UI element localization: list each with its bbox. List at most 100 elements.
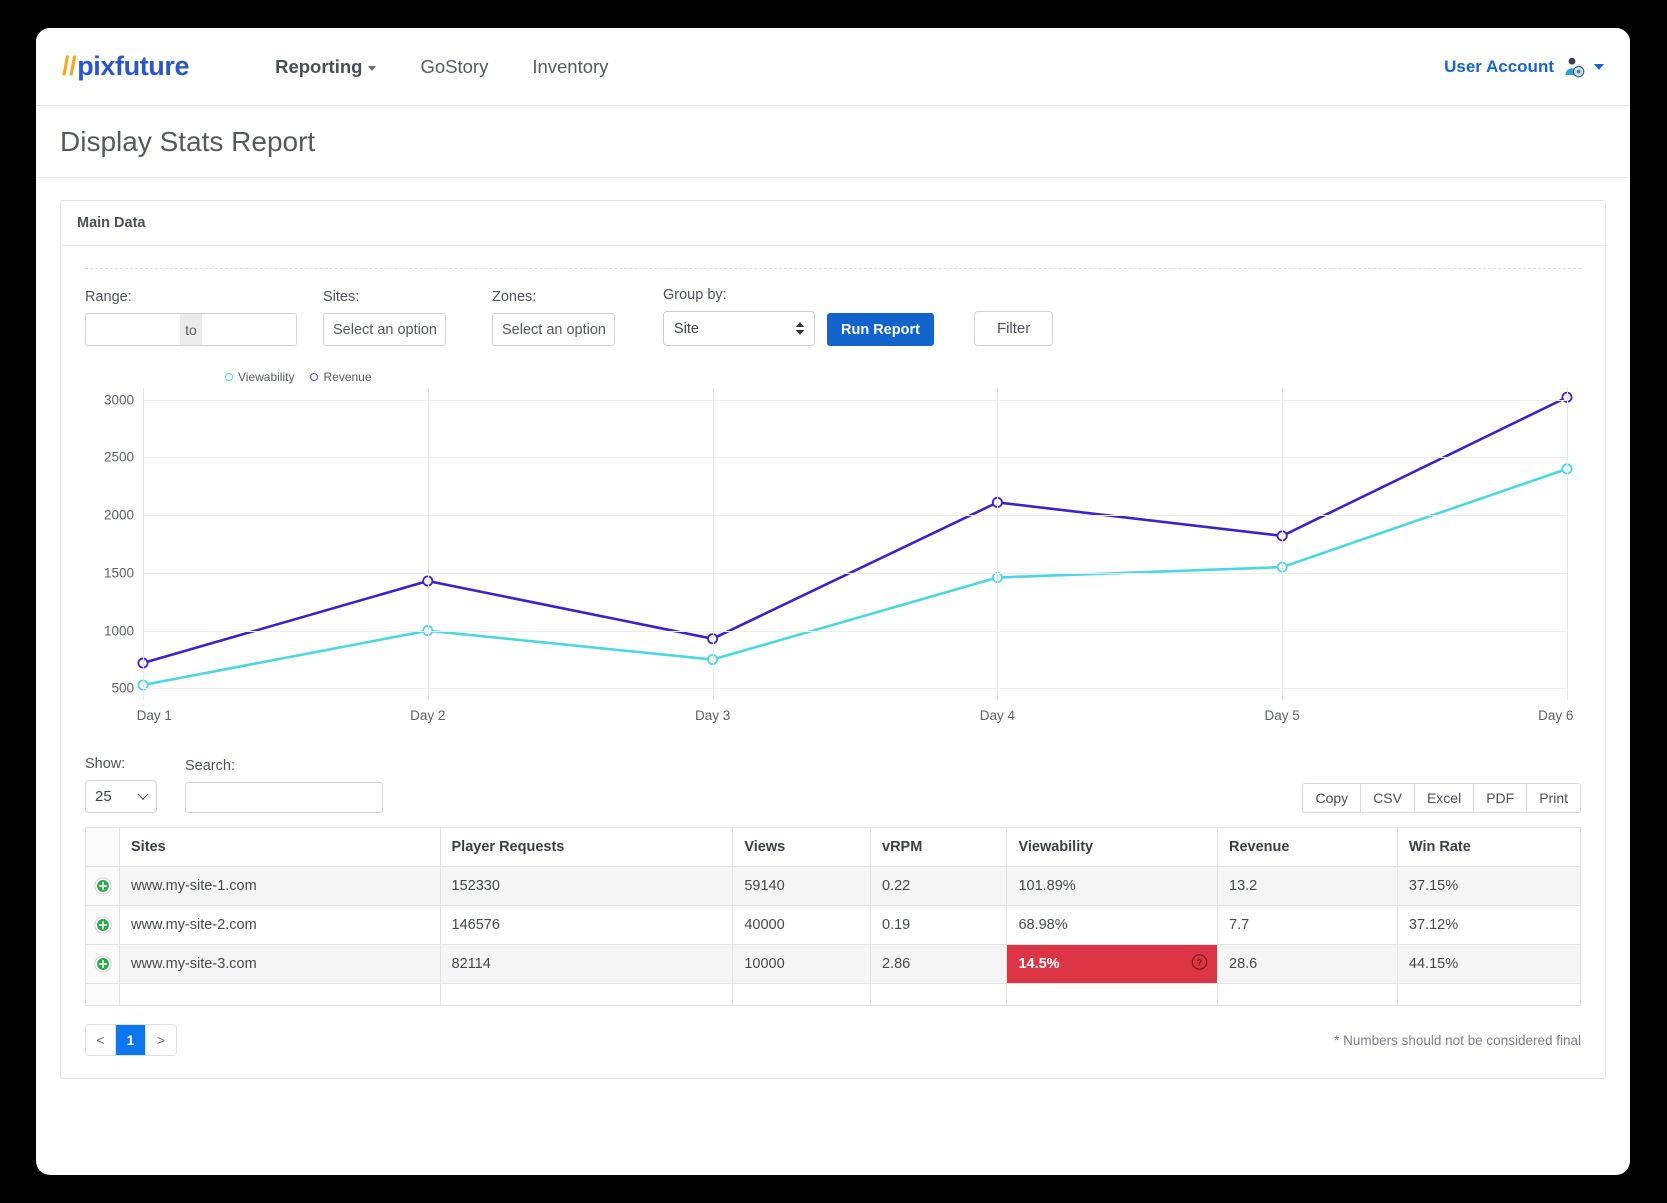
brand-slashes: // <box>62 51 76 81</box>
cell-viewability-value: 14.5% <box>1018 956 1059 972</box>
show-entries-value: 25 <box>95 788 112 805</box>
chart-xtick-5: Day 5 <box>1265 708 1300 723</box>
cell-win-rate: 37.12% <box>1397 906 1580 945</box>
chart-ytick-3000: 3000 <box>104 392 143 407</box>
filter-button[interactable]: Filter <box>974 311 1053 346</box>
table-head: Sites Player Requests Views vRPM Viewabi… <box>86 828 1581 867</box>
pagination-next[interactable]: > <box>146 1025 176 1055</box>
caret-down-icon <box>1594 64 1604 70</box>
chart-gridline <box>143 400 1567 401</box>
spacer-cell <box>733 984 871 1006</box>
chart-vertical-line <box>143 388 144 700</box>
export-csv-button[interactable]: CSV <box>1360 783 1415 813</box>
chart-vertical-line <box>713 388 714 700</box>
groupby-label: Group by: <box>663 287 815 303</box>
chart-line-revenue <box>143 397 1567 663</box>
stats-table: Sites Player Requests Views vRPM Viewabi… <box>85 827 1581 1006</box>
legend-item-revenue[interactable]: Revenue <box>310 370 371 384</box>
col-player-requests[interactable]: Player Requests <box>440 828 733 867</box>
page-header: Display Stats Report <box>36 106 1630 178</box>
table-row: www.my-site-3.com 82114 10000 2.86 14.5%… <box>86 945 1581 984</box>
zones-select[interactable]: Select an option <box>492 313 615 346</box>
panel-body: Range: to Sites: Select an option Zones: <box>61 268 1605 1078</box>
table-header-row: Sites Player Requests Views vRPM Viewabi… <box>86 828 1581 867</box>
filter-bar: Range: to Sites: Select an option Zones: <box>77 269 1589 352</box>
export-excel-button[interactable]: Excel <box>1414 783 1474 813</box>
brand-logo[interactable]: //pixfuture <box>62 51 189 82</box>
sites-select[interactable]: Select an option <box>323 313 446 346</box>
table-spacer-row <box>86 984 1581 1006</box>
plus-circle-icon <box>94 877 112 895</box>
col-sites[interactable]: Sites <box>120 828 441 867</box>
search-input[interactable] <box>185 782 383 813</box>
table-row: www.my-site-1.com 152330 59140 0.22 101.… <box>86 867 1581 906</box>
export-pdf-button[interactable]: PDF <box>1473 783 1527 813</box>
cell-viewability: 68.98% <box>1007 906 1218 945</box>
plus-circle-icon <box>94 916 112 934</box>
cell-player-requests: 152330 <box>440 867 733 906</box>
cell-vrpm: 0.19 <box>871 906 1007 945</box>
export-button-group: Copy CSV Excel PDF Print <box>1302 783 1581 813</box>
chart-vertical-line <box>1567 388 1568 700</box>
col-revenue[interactable]: Revenue <box>1218 828 1398 867</box>
question-circle-icon[interactable]: ? <box>1191 954 1208 975</box>
range-input[interactable]: to <box>85 313 297 346</box>
legend-marker-viewability <box>225 373 233 381</box>
cell-site: www.my-site-1.com <box>120 867 441 906</box>
range-label: Range: <box>85 289 297 305</box>
legend-item-viewability[interactable]: Viewability <box>225 370 294 384</box>
col-vrpm[interactable]: vRPM <box>871 828 1007 867</box>
chart-xtick-6: Day 6 <box>1538 708 1573 723</box>
run-report-button[interactable]: Run Report <box>827 313 934 346</box>
spacer-cell <box>1218 984 1398 1006</box>
spacer-cell <box>86 984 120 1006</box>
pagination-page-1[interactable]: 1 <box>116 1025 146 1055</box>
chart-ytick-1000: 1000 <box>104 623 143 638</box>
show-entries-control: Show: 25 <box>85 756 157 813</box>
nav-item-inventory[interactable]: Inventory <box>532 56 608 78</box>
sites-label: Sites: <box>323 289 446 305</box>
chevron-down-icon <box>137 788 148 799</box>
pagination-prev[interactable]: < <box>86 1025 116 1055</box>
nav-item-reporting[interactable]: Reporting <box>275 56 376 78</box>
expand-column-header <box>86 828 120 867</box>
chart-gridline <box>143 688 1567 689</box>
table-row: www.my-site-2.com 146576 40000 0.19 68.9… <box>86 906 1581 945</box>
svg-text:?: ? <box>1197 958 1203 968</box>
export-copy-button[interactable]: Copy <box>1302 783 1361 813</box>
chart-ytick-1500: 1500 <box>104 565 143 580</box>
page-title: Display Stats Report <box>60 126 315 158</box>
panel-title: Main Data <box>61 201 1605 246</box>
spacer-cell <box>1007 984 1218 1006</box>
cell-views: 10000 <box>733 945 871 984</box>
export-print-button[interactable]: Print <box>1526 783 1581 813</box>
groupby-select[interactable]: Site <box>663 311 815 346</box>
chart-gridline <box>143 457 1567 458</box>
nav-item-gostory[interactable]: GoStory <box>420 56 488 78</box>
cell-viewability-alert: 14.5% ? <box>1007 945 1218 984</box>
user-account-label: User Account <box>1444 57 1554 77</box>
chart-gridline <box>143 573 1567 574</box>
range-from-input[interactable] <box>86 314 180 345</box>
chart-vertical-line <box>428 388 429 700</box>
cell-vrpm: 0.22 <box>871 867 1007 906</box>
cell-revenue: 28.6 <box>1218 945 1398 984</box>
spacer-cell <box>1397 984 1580 1006</box>
legend-label-revenue: Revenue <box>323 370 371 384</box>
chart-xtick-4: Day 4 <box>980 708 1015 723</box>
col-views[interactable]: Views <box>733 828 871 867</box>
show-entries-select[interactable]: 25 <box>85 780 157 813</box>
expand-row-cell[interactable] <box>86 867 120 906</box>
cell-win-rate: 37.15% <box>1397 867 1580 906</box>
user-account-menu[interactable]: User Account <box>1444 55 1604 79</box>
zones-label: Zones: <box>492 289 615 305</box>
chart-ytick-2500: 2500 <box>104 450 143 465</box>
nav-item-inventory-label: Inventory <box>532 56 608 78</box>
expand-row-cell[interactable] <box>86 945 120 984</box>
expand-row-cell[interactable] <box>86 906 120 945</box>
chart-vertical-line <box>997 388 998 700</box>
col-win-rate[interactable]: Win Rate <box>1397 828 1580 867</box>
range-to-input[interactable] <box>202 314 296 345</box>
col-viewability[interactable]: Viewability <box>1007 828 1218 867</box>
cell-player-requests: 82114 <box>440 945 733 984</box>
